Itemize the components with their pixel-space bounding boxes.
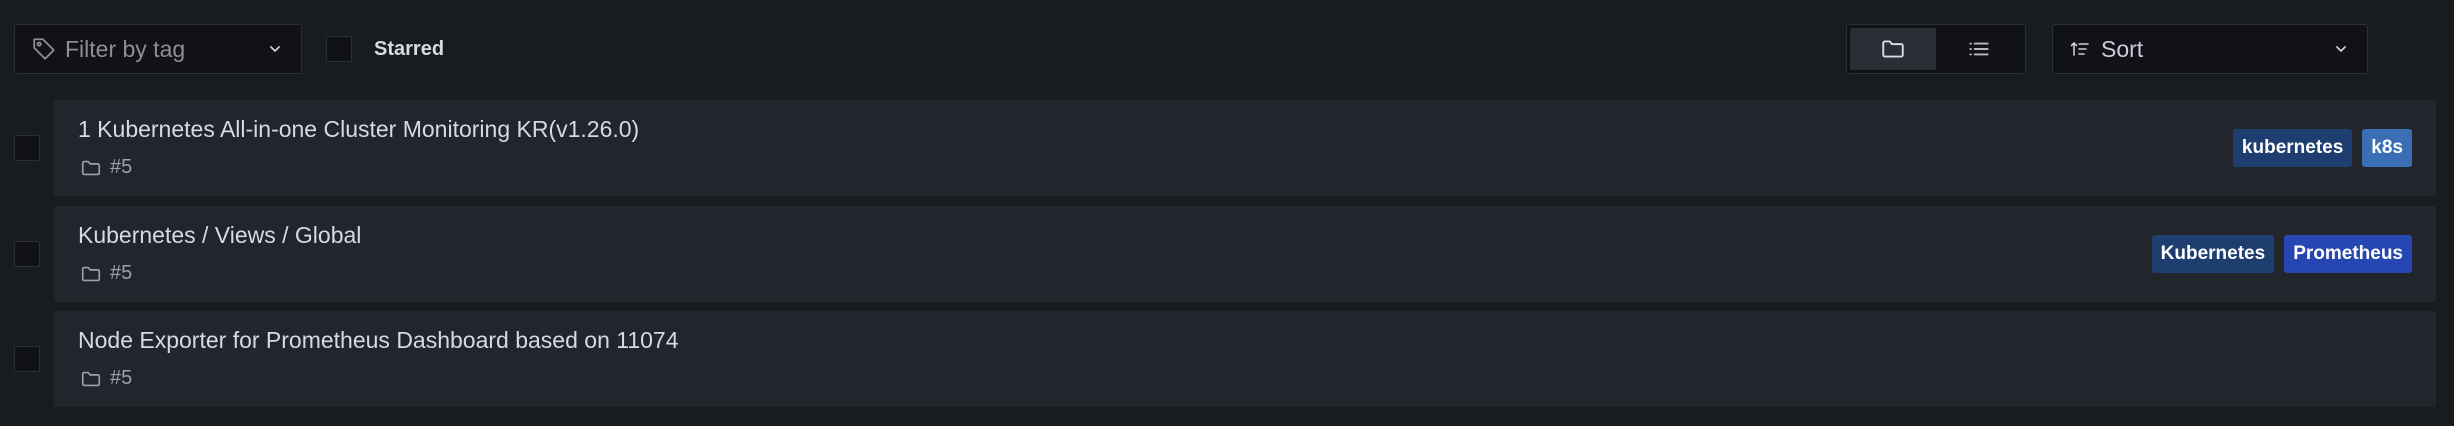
search-toolbar: Filter by tag Starred Sort [0,0,2454,100]
tag-badge[interactable]: kubernetes [2232,129,2353,167]
dashboard-card[interactable]: 1 Kubernetes All-in-one Cluster Monitori… [54,100,2436,196]
starred-label: Starred [374,37,445,60]
row-checkbox[interactable] [14,135,40,161]
row-checkbox[interactable] [14,241,40,267]
chevron-down-icon [2336,46,2346,52]
view-mode-toggle[interactable] [1846,24,2026,74]
dashboard-card[interactable]: Node Exporter for Prometheus Dashboard b… [54,311,2436,407]
tag-badge[interactable]: k8s [2362,129,2412,167]
dashboard-title[interactable]: Kubernetes / Views / Global [78,222,361,249]
list-view-button[interactable] [1936,28,2022,70]
starred-filter[interactable]: Starred [326,36,444,62]
tag-filter-select[interactable]: Filter by tag [14,24,302,74]
dashboard-row: Node Exporter for Prometheus Dashboard b… [0,311,2454,407]
dashboard-row: Kubernetes / Views / Global #5 Kubernete… [0,206,2454,302]
folder-icon [81,160,101,175]
folder-icon [1882,40,1904,58]
folder-name: #5 [110,262,133,284]
sort-select[interactable]: Sort [2052,24,2368,74]
tag-icon [33,38,55,60]
list-icon [1969,42,1989,56]
folder-view-button[interactable] [1850,28,1936,70]
tag-list: kubernetes k8s [2232,129,2412,167]
folder-name: #5 [110,156,133,178]
tag-badge[interactable]: Prometheus [2284,235,2412,273]
folder-icon [81,266,101,281]
dashboard-row: 1 Kubernetes All-in-one Cluster Monitori… [0,100,2454,196]
dashboard-card[interactable]: Kubernetes / Views / Global #5 Kubernete… [54,206,2436,302]
dashboard-folder: #5 [80,367,132,390]
dashboard-folder: #5 [80,262,132,285]
folder-name: #5 [110,367,133,389]
tag-badge[interactable]: Kubernetes [2151,235,2275,273]
dashboard-title[interactable]: 1 Kubernetes All-in-one Cluster Monitori… [78,116,639,143]
tag-list: Kubernetes Prometheus [2151,235,2412,273]
sort-label: Sort [2101,35,2144,62]
starred-checkbox[interactable] [326,36,352,62]
sort-icon [2070,41,2089,56]
tag-filter-placeholder: Filter by tag [65,35,186,62]
dashboard-title[interactable]: Node Exporter for Prometheus Dashboard b… [78,327,679,354]
row-checkbox[interactable] [14,346,40,372]
folder-icon [81,371,101,386]
dashboard-folder: #5 [80,156,132,179]
chevron-down-icon [270,46,280,52]
